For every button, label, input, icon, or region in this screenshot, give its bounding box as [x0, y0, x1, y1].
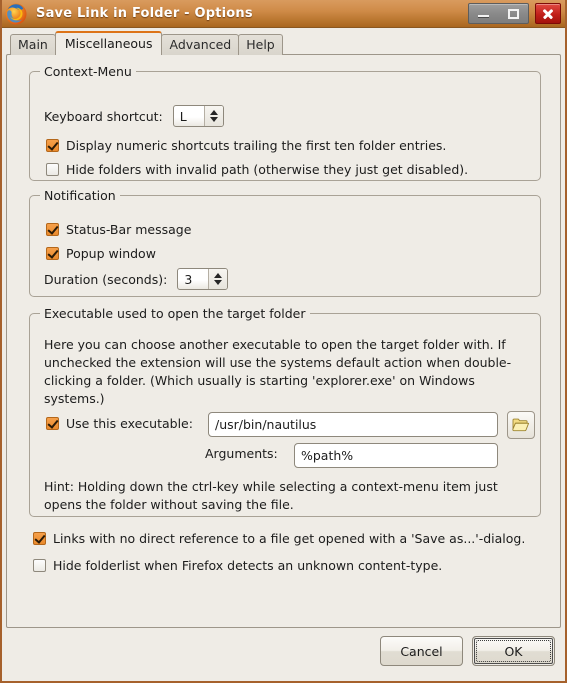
group-notification-title: Notification: [40, 188, 120, 203]
cancel-button-label: Cancel: [400, 643, 443, 659]
group-executable-title: Executable used to open the target folde…: [40, 306, 310, 321]
dialog-button-bar: Cancel OK: [380, 636, 555, 666]
hide-invalid-path-label: Hide folders with invalid path (otherwis…: [66, 162, 469, 177]
keyboard-shortcut-spinner[interactable]: L: [172, 105, 224, 127]
window-title: Save Link in Folder - Options: [36, 6, 253, 21]
group-context-menu-title: Context-Menu: [40, 64, 136, 79]
spinner-down-icon[interactable]: [209, 117, 218, 122]
executable-path-input[interactable]: /usr/bin/nautilus: [208, 412, 498, 437]
options-dialog-window: Save Link in Folder - Options Main Misce…: [0, 0, 567, 683]
keyboard-shortcut-stepper[interactable]: [203, 106, 223, 126]
tab-miscellaneous-label: Miscellaneous: [64, 36, 153, 51]
popup-window-checkbox[interactable]: [46, 247, 59, 260]
tab-main[interactable]: Main: [10, 34, 56, 55]
checkbox-row-use-executable[interactable]: Use this executable:: [46, 416, 193, 431]
spinner-up-icon[interactable]: [209, 110, 218, 115]
firefox-icon: [4, 2, 28, 26]
duration-spinner[interactable]: 3: [177, 268, 229, 290]
minimize-icon[interactable]: [478, 15, 490, 18]
duration-stepper[interactable]: [208, 269, 228, 289]
group-executable: Executable used to open the target folde…: [29, 306, 541, 517]
executable-path-value: /usr/bin/nautilus: [215, 417, 317, 432]
keyboard-shortcut-label: Keyboard shortcut:: [44, 108, 163, 124]
statusbar-message-label: Status-Bar message: [66, 222, 192, 237]
folder-open-icon: [512, 418, 530, 432]
hide-invalid-path-checkbox[interactable]: [46, 163, 59, 176]
maximize-icon[interactable]: [507, 8, 519, 19]
cancel-button[interactable]: Cancel: [380, 636, 463, 666]
arguments-value: %path%: [301, 448, 354, 463]
checkbox-row-numeric-shortcuts[interactable]: Display numeric shortcuts trailing the f…: [46, 138, 446, 153]
tab-advanced-label: Advanced: [169, 37, 232, 52]
duration-value[interactable]: 3: [178, 269, 208, 289]
ok-button[interactable]: OK: [472, 636, 555, 666]
popup-window-label: Popup window: [66, 246, 156, 261]
spinner-down-icon[interactable]: [214, 280, 223, 285]
group-context-menu: Context-Menu Keyboard shortcut: L Displa…: [29, 64, 541, 181]
tab-help[interactable]: Help: [238, 34, 283, 55]
checkbox-row-hide-invalid[interactable]: Hide folders with invalid path (otherwis…: [46, 162, 468, 177]
keyboard-shortcut-row: Keyboard shortcut: L: [44, 105, 224, 127]
numeric-shortcuts-label: Display numeric shortcuts trailing the f…: [66, 138, 447, 153]
spinner-up-icon[interactable]: [214, 273, 223, 278]
tab-bar: Main Miscellaneous Advanced Help: [10, 31, 283, 55]
close-icon[interactable]: [535, 3, 561, 24]
numeric-shortcuts-checkbox[interactable]: [46, 139, 59, 152]
tab-main-label: Main: [18, 37, 48, 52]
hide-folderlist-checkbox[interactable]: [33, 559, 46, 572]
use-executable-label: Use this executable:: [66, 416, 193, 431]
hide-folderlist-label: Hide folderlist when Firefox detects an …: [53, 558, 443, 573]
checkbox-row-popup[interactable]: Popup window: [46, 246, 156, 261]
ok-button-label: OK: [504, 643, 523, 659]
arguments-input[interactable]: %path%: [294, 443, 498, 468]
checkbox-row-statusbar[interactable]: Status-Bar message: [46, 222, 191, 237]
tab-panel-miscellaneous: Context-Menu Keyboard shortcut: L Displa…: [6, 54, 561, 628]
minimize-maximize-group[interactable]: [468, 3, 529, 24]
keyboard-shortcut-value[interactable]: L: [174, 106, 204, 126]
title-bar: Save Link in Folder - Options: [2, 0, 565, 28]
checkbox-row-hide-folderlist[interactable]: Hide folderlist when Firefox detects an …: [33, 558, 442, 573]
executable-hint: Hint: Holding down the ctrl-key while se…: [44, 479, 498, 512]
arguments-row: Arguments:: [205, 446, 278, 461]
arguments-label: Arguments:: [205, 446, 278, 461]
tab-advanced[interactable]: Advanced: [161, 34, 240, 55]
tab-help-label: Help: [246, 37, 275, 52]
browse-executable-button[interactable]: [507, 411, 535, 439]
duration-label: Duration (seconds):: [44, 271, 168, 287]
statusbar-message-checkbox[interactable]: [46, 223, 59, 236]
tab-miscellaneous[interactable]: Miscellaneous: [54, 31, 163, 55]
group-notification: Notification Status-Bar message Popup wi…: [29, 188, 541, 297]
save-as-dialog-checkbox[interactable]: [33, 532, 46, 545]
save-as-dialog-label: Links with no direct reference to a file…: [53, 531, 526, 546]
duration-row: Duration (seconds): 3: [44, 268, 229, 290]
window-controls: [468, 3, 561, 24]
use-executable-checkbox[interactable]: [46, 417, 59, 430]
checkbox-row-save-as-dialog[interactable]: Links with no direct reference to a file…: [33, 531, 525, 546]
executable-description: Here you can choose another executable t…: [44, 337, 512, 406]
